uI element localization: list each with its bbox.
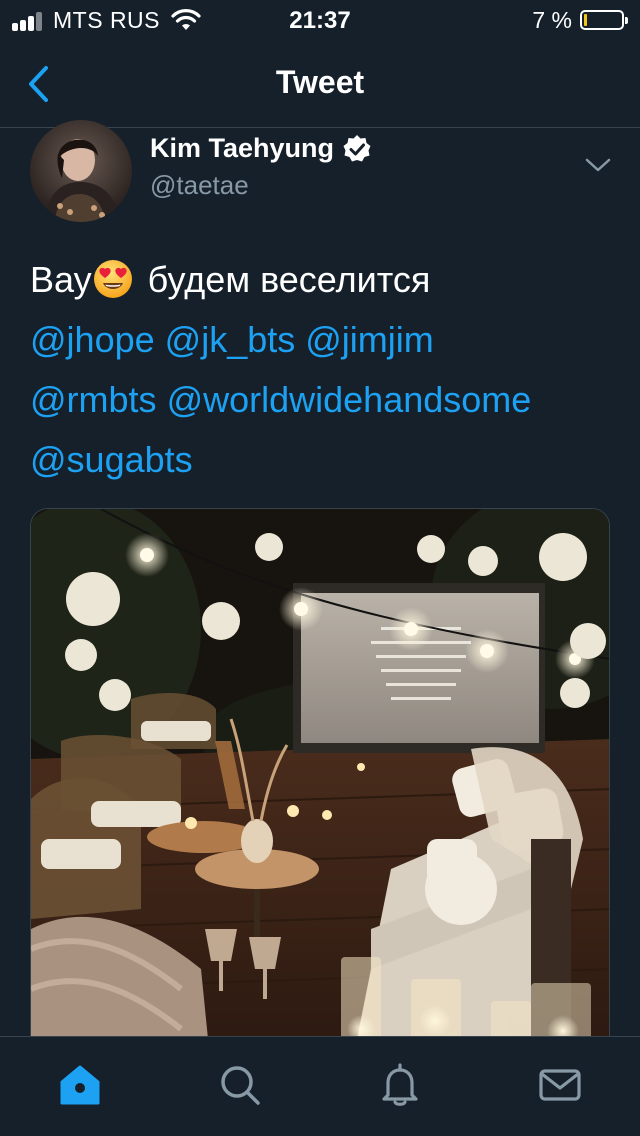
mention-link[interactable]: @jhope (30, 319, 155, 360)
tweet-media-image[interactable] (30, 508, 610, 1068)
tweet-text-prefix: Вау (30, 259, 92, 300)
verified-badge-icon (343, 134, 371, 161)
mention-link[interactable]: @worldwidehandsome (167, 379, 532, 420)
avatar[interactable] (30, 120, 132, 222)
battery-level-fill (584, 14, 587, 26)
bottom-tab-bar (0, 1036, 640, 1136)
tweet-mentions-line-2: @rmbts @worldwidehandsome (30, 370, 620, 430)
search-icon (221, 1066, 260, 1105)
tab-search[interactable] (216, 1061, 264, 1109)
status-bar: MTS RUS 21:37 7 % (0, 0, 640, 40)
mention-link[interactable]: @sugabts (30, 439, 193, 480)
page-title: Tweet (275, 64, 365, 100)
tweet-text: Вау будем веселится @jhope @jk_bts @jimj… (30, 250, 620, 490)
heart-eyes-emoji-icon (93, 260, 132, 299)
battery-icon (580, 10, 628, 30)
author-display-name: Kim Taehyung (150, 133, 335, 163)
author-handle[interactable]: @taetae (150, 170, 249, 201)
navigation-bar: Tweet (0, 40, 640, 128)
tweet-mentions-line-1: @jhope @jk_bts @jimjim (30, 310, 620, 370)
mention-link[interactable]: @jk_bts (165, 319, 296, 360)
tab-notifications[interactable] (376, 1061, 424, 1109)
tab-messages[interactable] (536, 1061, 584, 1109)
outdoor-cinema-photo (31, 509, 609, 1067)
tweet-options-button[interactable] (584, 155, 612, 175)
mail-icon (539, 1069, 581, 1101)
home-icon (60, 1065, 100, 1105)
profile-photo (30, 120, 132, 222)
author-name-row[interactable]: Kim Taehyung (150, 133, 372, 164)
chevron-down-icon (585, 158, 611, 172)
tweet-mentions-line-3: @sugabts (30, 430, 620, 490)
bell-icon (382, 1063, 418, 1106)
mention-link[interactable]: @rmbts (30, 379, 157, 420)
mention-link[interactable]: @jimjim (305, 319, 434, 360)
tab-home[interactable] (56, 1061, 104, 1109)
battery-percent: 7 % (532, 7, 572, 33)
tweet-text-line-1: Вау будем веселится (30, 250, 620, 310)
tweet-text-main: будем веселится (147, 259, 431, 300)
